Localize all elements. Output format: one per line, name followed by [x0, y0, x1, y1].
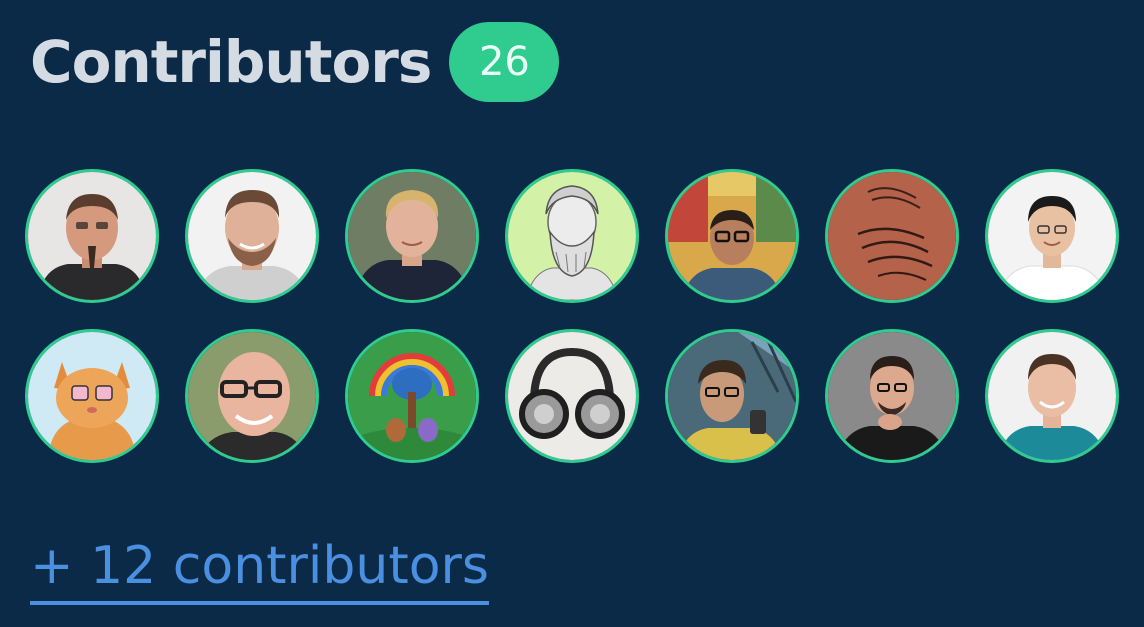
avatar-photo-icon — [348, 332, 476, 460]
contributor-count-badge: 26 — [449, 22, 560, 102]
avatar-photo-icon — [28, 172, 156, 300]
contributor-avatar-3[interactable] — [345, 169, 479, 303]
contributor-avatar-8[interactable] — [25, 329, 159, 463]
avatar-photo-icon — [668, 172, 796, 300]
avatar-photo-icon — [188, 172, 316, 300]
contributor-avatar-13[interactable] — [825, 329, 959, 463]
contributor-avatar-7[interactable] — [985, 169, 1119, 303]
avatar-photo-icon — [828, 172, 956, 300]
avatar-photo-icon — [28, 332, 156, 460]
contributor-avatar-14[interactable] — [985, 329, 1119, 463]
avatar-photo-icon — [348, 172, 476, 300]
contributor-avatar-10[interactable] — [345, 329, 479, 463]
section-title: Contributors — [30, 28, 432, 96]
contributors-header: Contributors 26 — [30, 22, 560, 102]
avatar-photo-icon — [188, 332, 316, 460]
more-contributors-link[interactable]: + 12 contributors — [30, 533, 490, 605]
contributor-avatar-5[interactable] — [665, 169, 799, 303]
contributor-avatar-grid — [25, 169, 1125, 463]
contributor-avatar-4[interactable] — [505, 169, 639, 303]
contributor-avatar-9[interactable] — [185, 329, 319, 463]
avatar-photo-icon — [508, 332, 636, 460]
contributor-avatar-2[interactable] — [185, 169, 319, 303]
avatar-photo-icon — [988, 332, 1116, 460]
avatar-photo-icon — [988, 172, 1116, 300]
contributor-avatar-12[interactable] — [665, 329, 799, 463]
avatar-photo-icon — [508, 172, 636, 300]
contributor-avatar-1[interactable] — [25, 169, 159, 303]
avatar-photo-icon — [668, 332, 796, 460]
contributor-avatar-6[interactable] — [825, 169, 959, 303]
avatar-photo-icon — [828, 332, 956, 460]
contributor-avatar-11[interactable] — [505, 329, 639, 463]
